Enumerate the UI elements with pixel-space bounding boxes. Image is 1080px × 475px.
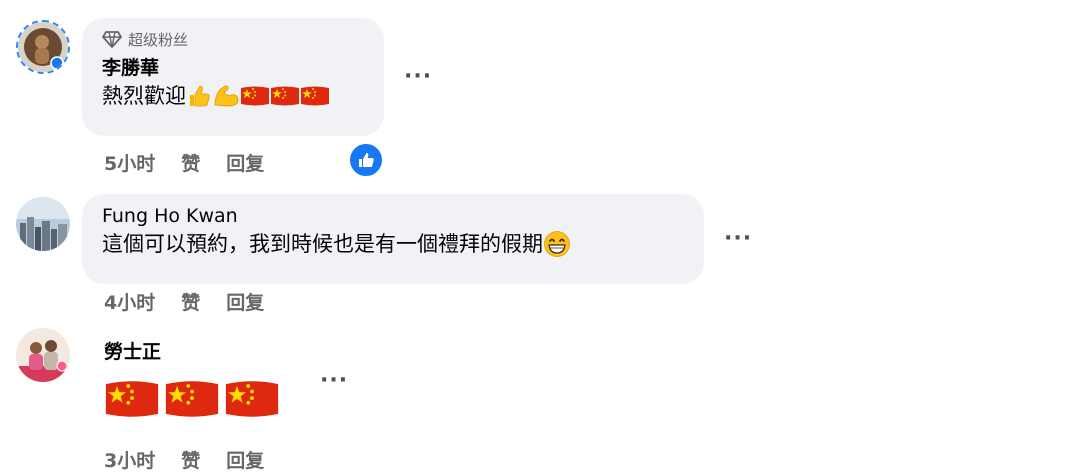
comment-actions: 3小时 赞 回复 [104,446,264,473]
grinning-emoji [544,231,570,257]
like-reaction-icon[interactable] [348,142,384,178]
china-flag-emoji [225,381,279,417]
avatar[interactable] [16,20,70,74]
reply-button[interactable]: 回复 [226,446,264,473]
diamond-icon [102,31,122,48]
timestamp[interactable]: 3小时 [104,446,155,473]
china-flag-emoji [241,86,269,106]
timestamp[interactable]: 5小时 [104,149,155,176]
author-name[interactable]: 李勝華 [102,56,364,80]
reply-button[interactable]: 回复 [226,149,264,176]
china-flag-emoji [165,381,219,417]
comment-bubble: 超级粉丝 李勝華 熱烈歡迎 [82,18,384,136]
avatar[interactable] [16,197,70,251]
more-options-button[interactable]: ··· [320,368,348,393]
timestamp[interactable]: 4小时 [104,288,155,315]
comment-text: 這個可以預約，我到時候也是有一個禮拜的假期 [102,228,684,260]
comment-text: 熱烈歡迎 [102,80,364,112]
more-options-button[interactable]: ··· [724,226,752,251]
comment-bubble: Fung Ho Kwan 這個可以預約，我到時候也是有一個禮拜的假期 [82,194,704,284]
china-flag-emoji [105,381,159,417]
flexed-biceps-emoji [214,85,239,107]
comment-actions: 4小时 赞 回复 [104,288,264,315]
like-button[interactable]: 赞 [181,446,200,473]
like-button[interactable]: 赞 [181,288,200,315]
comment-body: 熱烈歡迎 [102,84,186,108]
comment-actions: 5小时 赞 回复 [104,149,264,176]
china-flag-emoji [271,86,299,106]
badge-label: 超级粉丝 [128,30,189,49]
avatar[interactable] [16,328,70,382]
like-button[interactable]: 赞 [181,149,200,176]
top-fan-badge[interactable]: 超级粉丝 [102,28,364,50]
comment-body: 這個可以預約，我到時候也是有一個禮拜的假期 [102,232,543,256]
reply-button[interactable]: 回复 [226,288,264,315]
thumbs-up-emoji [190,85,210,107]
more-options-button[interactable]: ··· [404,64,432,89]
china-flag-emoji [301,86,329,106]
author-name[interactable]: 勞士正 [104,340,161,364]
comment-emojis [104,376,280,422]
author-name[interactable]: Fung Ho Kwan [102,204,684,228]
